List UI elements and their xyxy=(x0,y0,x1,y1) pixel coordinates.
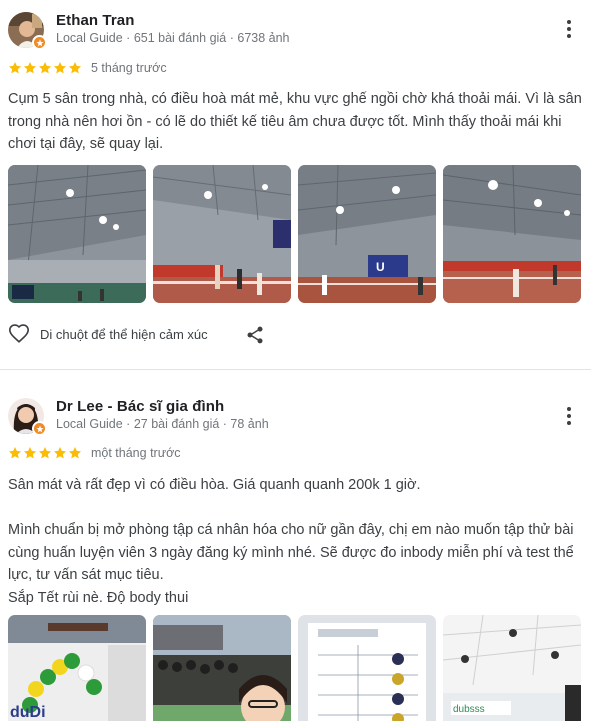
star-icon xyxy=(53,447,67,459)
star-icon xyxy=(23,62,37,74)
author-meta: Local Guide · 27 bài đánh giá · 78 ảnh xyxy=(56,417,269,431)
review-date: một tháng trước xyxy=(91,446,181,460)
review-text: Cụm 5 sân trong nhà, có điều hoà mát mẻ,… xyxy=(8,91,586,152)
more-options-button[interactable] xyxy=(560,405,578,427)
review-actions: Di chuột để thể hiện cảm xúc xyxy=(8,323,208,345)
star-rating xyxy=(8,61,82,75)
review-card: Ethan Tran Local Guide · 651 bài đánh gi… xyxy=(0,0,591,370)
review-date: 5 tháng trước xyxy=(91,61,167,75)
svg-text:U: U xyxy=(376,260,385,274)
star-icon xyxy=(38,62,52,74)
review-text: Sân mát và rất đẹp vì có điều hòa. Giá q… xyxy=(8,477,574,606)
svg-text:dubsss: dubsss xyxy=(453,704,485,715)
review-photo[interactable] xyxy=(298,615,436,721)
review-photo[interactable] xyxy=(443,165,581,303)
star-icon xyxy=(8,62,22,74)
review-card: Dr Lee - Bác sĩ gia đình Local Guide · 2… xyxy=(0,371,591,721)
star-icon xyxy=(68,62,82,74)
review-photo[interactable] xyxy=(8,165,146,303)
star-icon xyxy=(8,447,22,459)
star-icon xyxy=(38,447,52,459)
review-photo[interactable]: duDi xyxy=(8,615,146,721)
react-hint-label: Di chuột để thể hiện cảm xúc xyxy=(40,326,208,342)
svg-text:duDi: duDi xyxy=(10,704,46,721)
review-photo[interactable] xyxy=(153,165,291,303)
review-photos: duDi dubsss xyxy=(8,615,581,721)
author-avatar[interactable] xyxy=(8,12,47,50)
star-icon xyxy=(68,447,82,459)
review-photo[interactable] xyxy=(153,615,291,721)
star-icon xyxy=(23,447,37,459)
more-vert-icon xyxy=(567,20,571,24)
heart-outline-icon[interactable] xyxy=(8,323,30,345)
author-avatar[interactable] xyxy=(8,398,47,436)
review-photo[interactable]: U xyxy=(298,165,436,303)
share-icon[interactable] xyxy=(245,325,265,345)
review-divider xyxy=(0,369,591,370)
star-rating xyxy=(8,446,82,460)
author-meta: Local Guide · 651 bài đánh giá · 6738 ản… xyxy=(56,31,290,45)
star-icon xyxy=(53,62,67,74)
author-name[interactable]: Dr Lee - Bác sĩ gia đình xyxy=(56,398,224,415)
local-guide-badge-icon xyxy=(32,421,47,436)
review-photos: U xyxy=(8,165,581,303)
review-photo[interactable]: dubsss xyxy=(443,615,581,721)
local-guide-badge-icon xyxy=(32,35,47,50)
more-vert-icon xyxy=(567,407,571,411)
author-name[interactable]: Ethan Tran xyxy=(56,12,135,29)
more-options-button[interactable] xyxy=(560,18,578,40)
